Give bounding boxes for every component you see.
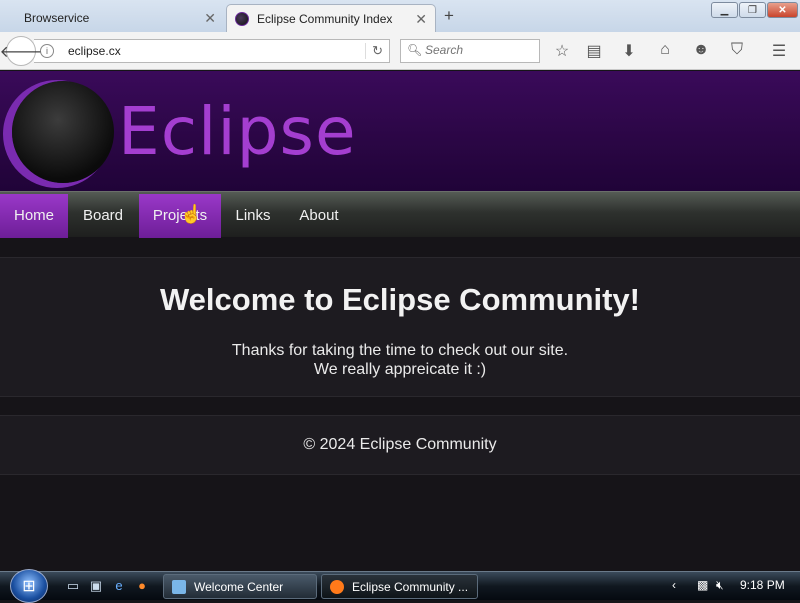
tab-title: Eclipse Community Index xyxy=(257,11,393,26)
search-input[interactable] xyxy=(425,43,535,57)
smiley-icon[interactable]: ☻ xyxy=(691,41,711,59)
volume-muted-icon[interactable]: 🔇︎ xyxy=(716,578,724,593)
close-tab-icon[interactable]: ✕ xyxy=(415,11,427,28)
address-bar[interactable]: i eclipse.cx ↻ xyxy=(34,39,390,63)
tab-title: Browservice xyxy=(24,11,90,25)
internet-explorer-icon[interactable]: e xyxy=(111,578,127,594)
address-text[interactable]: eclipse.cx xyxy=(68,44,121,58)
search-box[interactable]: 🔍︎ xyxy=(400,39,540,63)
pocket-icon[interactable]: ⛉ xyxy=(727,41,747,59)
welcome-section: Welcome to Eclipse Community! Thanks for… xyxy=(0,257,800,397)
site-banner: Eclipse xyxy=(0,71,800,191)
maximize-button[interactable]: ❐ xyxy=(739,2,766,18)
site-logo-text: Eclipse xyxy=(118,93,357,170)
welcome-line-2: We really appreicate it :) xyxy=(313,361,487,378)
taskbar-button-label: Welcome Center xyxy=(194,579,284,594)
switch-windows-icon[interactable]: ▣ xyxy=(88,578,104,594)
tab-eclipse-community[interactable]: Eclipse Community Index ✕ xyxy=(226,4,436,32)
close-window-button[interactable]: ✕ xyxy=(767,2,798,18)
eclipse-logo-icon xyxy=(12,81,114,183)
navigation-toolbar: i eclipse.cx ↻ 🡐 🔍︎ ☆ ▤ ⬇ ⌂ ☻ ⛉ ☰ xyxy=(0,32,800,70)
tab-strip: Browservice ✕ Eclipse Community Index ✕ … xyxy=(0,0,800,32)
welcome-title: Welcome to Eclipse Community! xyxy=(159,282,640,317)
nav-links[interactable]: Links xyxy=(221,194,285,238)
search-icon: 🔍︎ xyxy=(407,43,423,57)
taskbar-eclipse-community[interactable]: Eclipse Community ... xyxy=(321,574,478,599)
clock[interactable]: 9:18 PM xyxy=(740,578,785,592)
copyright-text: © 2024 Eclipse Community xyxy=(303,436,497,453)
reading-list-icon[interactable]: ▤ xyxy=(584,41,604,61)
network-icon[interactable]: ▩ xyxy=(697,578,708,592)
windows-logo-icon: ⊞ xyxy=(22,578,36,595)
back-button[interactable]: 🡐 xyxy=(0,36,42,66)
back-icon: 🡐 xyxy=(0,43,43,61)
welcome-line-1: Thanks for taking the time to check out … xyxy=(231,342,569,359)
download-icon[interactable]: ⬇ xyxy=(619,41,639,61)
tab-browservice[interactable]: Browservice ✕ xyxy=(0,4,224,32)
hand-cursor-icon: ☝ xyxy=(180,204,203,224)
welcome-center-icon xyxy=(172,579,186,594)
start-button[interactable]: ⊞ xyxy=(10,569,48,603)
site-footer: © 2024 Eclipse Community xyxy=(0,415,800,475)
taskbar-welcome-center[interactable]: Welcome Center xyxy=(163,574,317,599)
nav-home[interactable]: Home xyxy=(0,194,68,238)
home-icon[interactable]: ⌂ xyxy=(655,41,675,59)
nav-board[interactable]: Board xyxy=(68,194,138,238)
minimize-button[interactable]: ▁ xyxy=(711,2,738,18)
reload-icon[interactable]: ↻ xyxy=(365,43,383,59)
favicon-icon xyxy=(235,11,249,26)
site-nav: Home Board Projects Links About xyxy=(0,191,800,238)
nav-about[interactable]: About xyxy=(285,194,353,238)
bookmark-star-icon[interactable]: ☆ xyxy=(552,41,572,61)
new-tab-button[interactable]: + xyxy=(444,6,454,26)
tray-expand-icon[interactable]: ‹ xyxy=(672,578,676,592)
web-page: Eclipse Home Board Projects Links About … xyxy=(0,71,800,571)
firefox-icon xyxy=(330,579,344,594)
show-desktop-icon[interactable]: ▭ xyxy=(65,578,81,594)
hamburger-menu-icon[interactable]: ☰ xyxy=(769,41,789,61)
firefox-icon[interactable]: ● xyxy=(134,578,150,594)
close-tab-icon[interactable]: ✕ xyxy=(204,10,216,27)
taskbar: ⊞ ▭ ▣ e ● Welcome Center Eclipse Communi… xyxy=(0,569,800,603)
taskbar-button-label: Eclipse Community ... xyxy=(352,579,469,594)
